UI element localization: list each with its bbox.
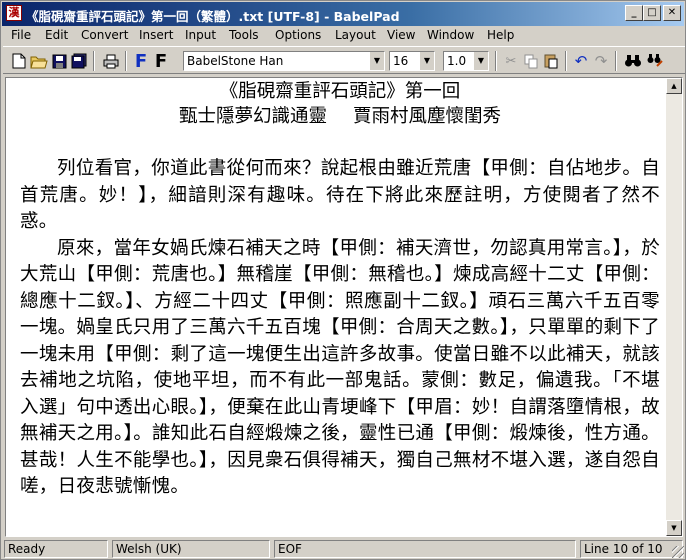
- menu-options[interactable]: Options: [275, 28, 321, 42]
- toolbar-separator: [93, 51, 95, 71]
- scroll-up-arrow-icon[interactable]: ▲: [666, 78, 682, 94]
- paste-icon[interactable]: [541, 51, 561, 71]
- new-file-icon[interactable]: [9, 51, 29, 71]
- toolbar-separator: [565, 51, 567, 71]
- redo-icon[interactable]: ↷: [591, 51, 611, 71]
- font-size-combo[interactable]: 16 ▼: [389, 51, 435, 71]
- font-size-value: 16: [393, 54, 409, 68]
- close-button[interactable]: ✕: [663, 5, 681, 21]
- menu-tools[interactable]: Tools: [229, 28, 259, 42]
- chapter-title: 《脂硯齋重評石頭記》第一回: [20, 79, 660, 104]
- window-title: 《脂硯齋重評石頭記》第一回（繁體）.txt [UTF-8] - BabelPad: [26, 9, 400, 24]
- status-language: Welsh (UK): [112, 540, 270, 558]
- menu-insert[interactable]: Insert: [139, 28, 173, 42]
- menu-bar: File Edit Convert Insert Input Tools Opt…: [3, 26, 685, 45]
- subtitle-left: 甄士隱夢幻識通靈: [178, 106, 327, 127]
- status-bar: Ready Welsh (UK) EOF Line 10 of 10: [3, 539, 685, 559]
- resize-grip[interactable]: [672, 546, 684, 558]
- open-folder-icon[interactable]: [29, 51, 49, 71]
- font-name-combo[interactable]: BabelStone Han ▼: [183, 51, 385, 71]
- copy-icon[interactable]: [521, 51, 541, 71]
- font-button-2[interactable]: F: [151, 51, 171, 72]
- save-all-icon[interactable]: [69, 51, 89, 71]
- menu-edit[interactable]: Edit: [45, 28, 68, 42]
- toolbar-separator: [615, 51, 617, 71]
- chapter-subtitle: 甄士隱夢幻識通靈 賈雨村風塵懷閨秀: [20, 104, 660, 129]
- print-icon[interactable]: [101, 51, 121, 71]
- cut-icon[interactable]: ✂: [501, 51, 521, 71]
- scroll-down-arrow-icon[interactable]: ▼: [666, 520, 682, 536]
- menu-help[interactable]: Help: [487, 28, 514, 42]
- paragraph-1: 列位看官，你道此書從何而來？說起根由雖近荒唐【甲側：自佔地步。自首荒唐。妙！】，…: [20, 158, 660, 232]
- find-replace-icon[interactable]: [645, 51, 665, 71]
- document-content: 《脂硯齋重評石頭記》第一回 甄士隱夢幻識通靈 賈雨村風塵懷閨秀 列位看官，你道此書…: [20, 79, 660, 501]
- chevron-down-icon[interactable]: ▼: [369, 52, 384, 70]
- menu-layout[interactable]: Layout: [335, 28, 376, 42]
- find-binoculars-icon[interactable]: [623, 51, 643, 71]
- menu-input[interactable]: Input: [185, 28, 216, 42]
- subtitle-right: 賈雨村風塵懷閨秀: [353, 106, 502, 127]
- text-editor[interactable]: 《脂硯齋重評石頭記》第一回 甄士隱夢幻識通靈 賈雨村風塵懷閨秀 列位看官，你道此書…: [5, 77, 683, 537]
- status-line-ending: EOF: [274, 540, 576, 558]
- font-name-value: BabelStone Han: [187, 54, 284, 68]
- toolbar-separator: [125, 51, 127, 71]
- status-line-position: Line 10 of 10: [580, 540, 683, 558]
- menu-convert[interactable]: Convert: [81, 28, 128, 42]
- vertical-scrollbar[interactable]: ▲ ▼: [666, 78, 682, 536]
- title-bar[interactable]: 漢 《脂硯齋重評石頭記》第一回（繁體）.txt [UTF-8] - BabelP…: [2, 2, 684, 26]
- undo-icon[interactable]: ↶: [571, 51, 591, 71]
- chapter-title-text: 《脂硯齋重評石頭記》第一回: [219, 81, 461, 102]
- babelpad-window: 漢 《脂硯齋重評石頭記》第一回（繁體）.txt [UTF-8] - BabelP…: [0, 0, 686, 560]
- line-spacing-combo[interactable]: 1.0 ▼: [443, 51, 489, 71]
- save-icon[interactable]: [49, 51, 69, 71]
- toolbar: F F BabelStone Han ▼ 16 ▼ 1.0 ▼ ✂ ↶ ↷: [3, 46, 685, 74]
- line-spacing-value: 1.0: [447, 54, 467, 68]
- menu-window[interactable]: Window: [427, 28, 474, 42]
- font-button-1[interactable]: F: [131, 51, 151, 72]
- menu-file[interactable]: File: [11, 28, 31, 42]
- menu-view[interactable]: View: [387, 28, 415, 42]
- status-ready: Ready: [4, 540, 108, 558]
- chevron-down-icon[interactable]: ▼: [473, 52, 488, 70]
- toolbar-separator: [495, 51, 497, 71]
- minimize-button[interactable]: _: [625, 5, 643, 21]
- babelpad-app-icon[interactable]: 漢: [6, 5, 22, 21]
- maximize-button[interactable]: □: [643, 5, 661, 21]
- paragraph-2: 原來，當年女媧氏煉石補天之時【甲側：補天濟世，勿認真用常言。】，於大荒山【甲側：…: [20, 237, 660, 498]
- chevron-down-icon[interactable]: ▼: [419, 52, 434, 70]
